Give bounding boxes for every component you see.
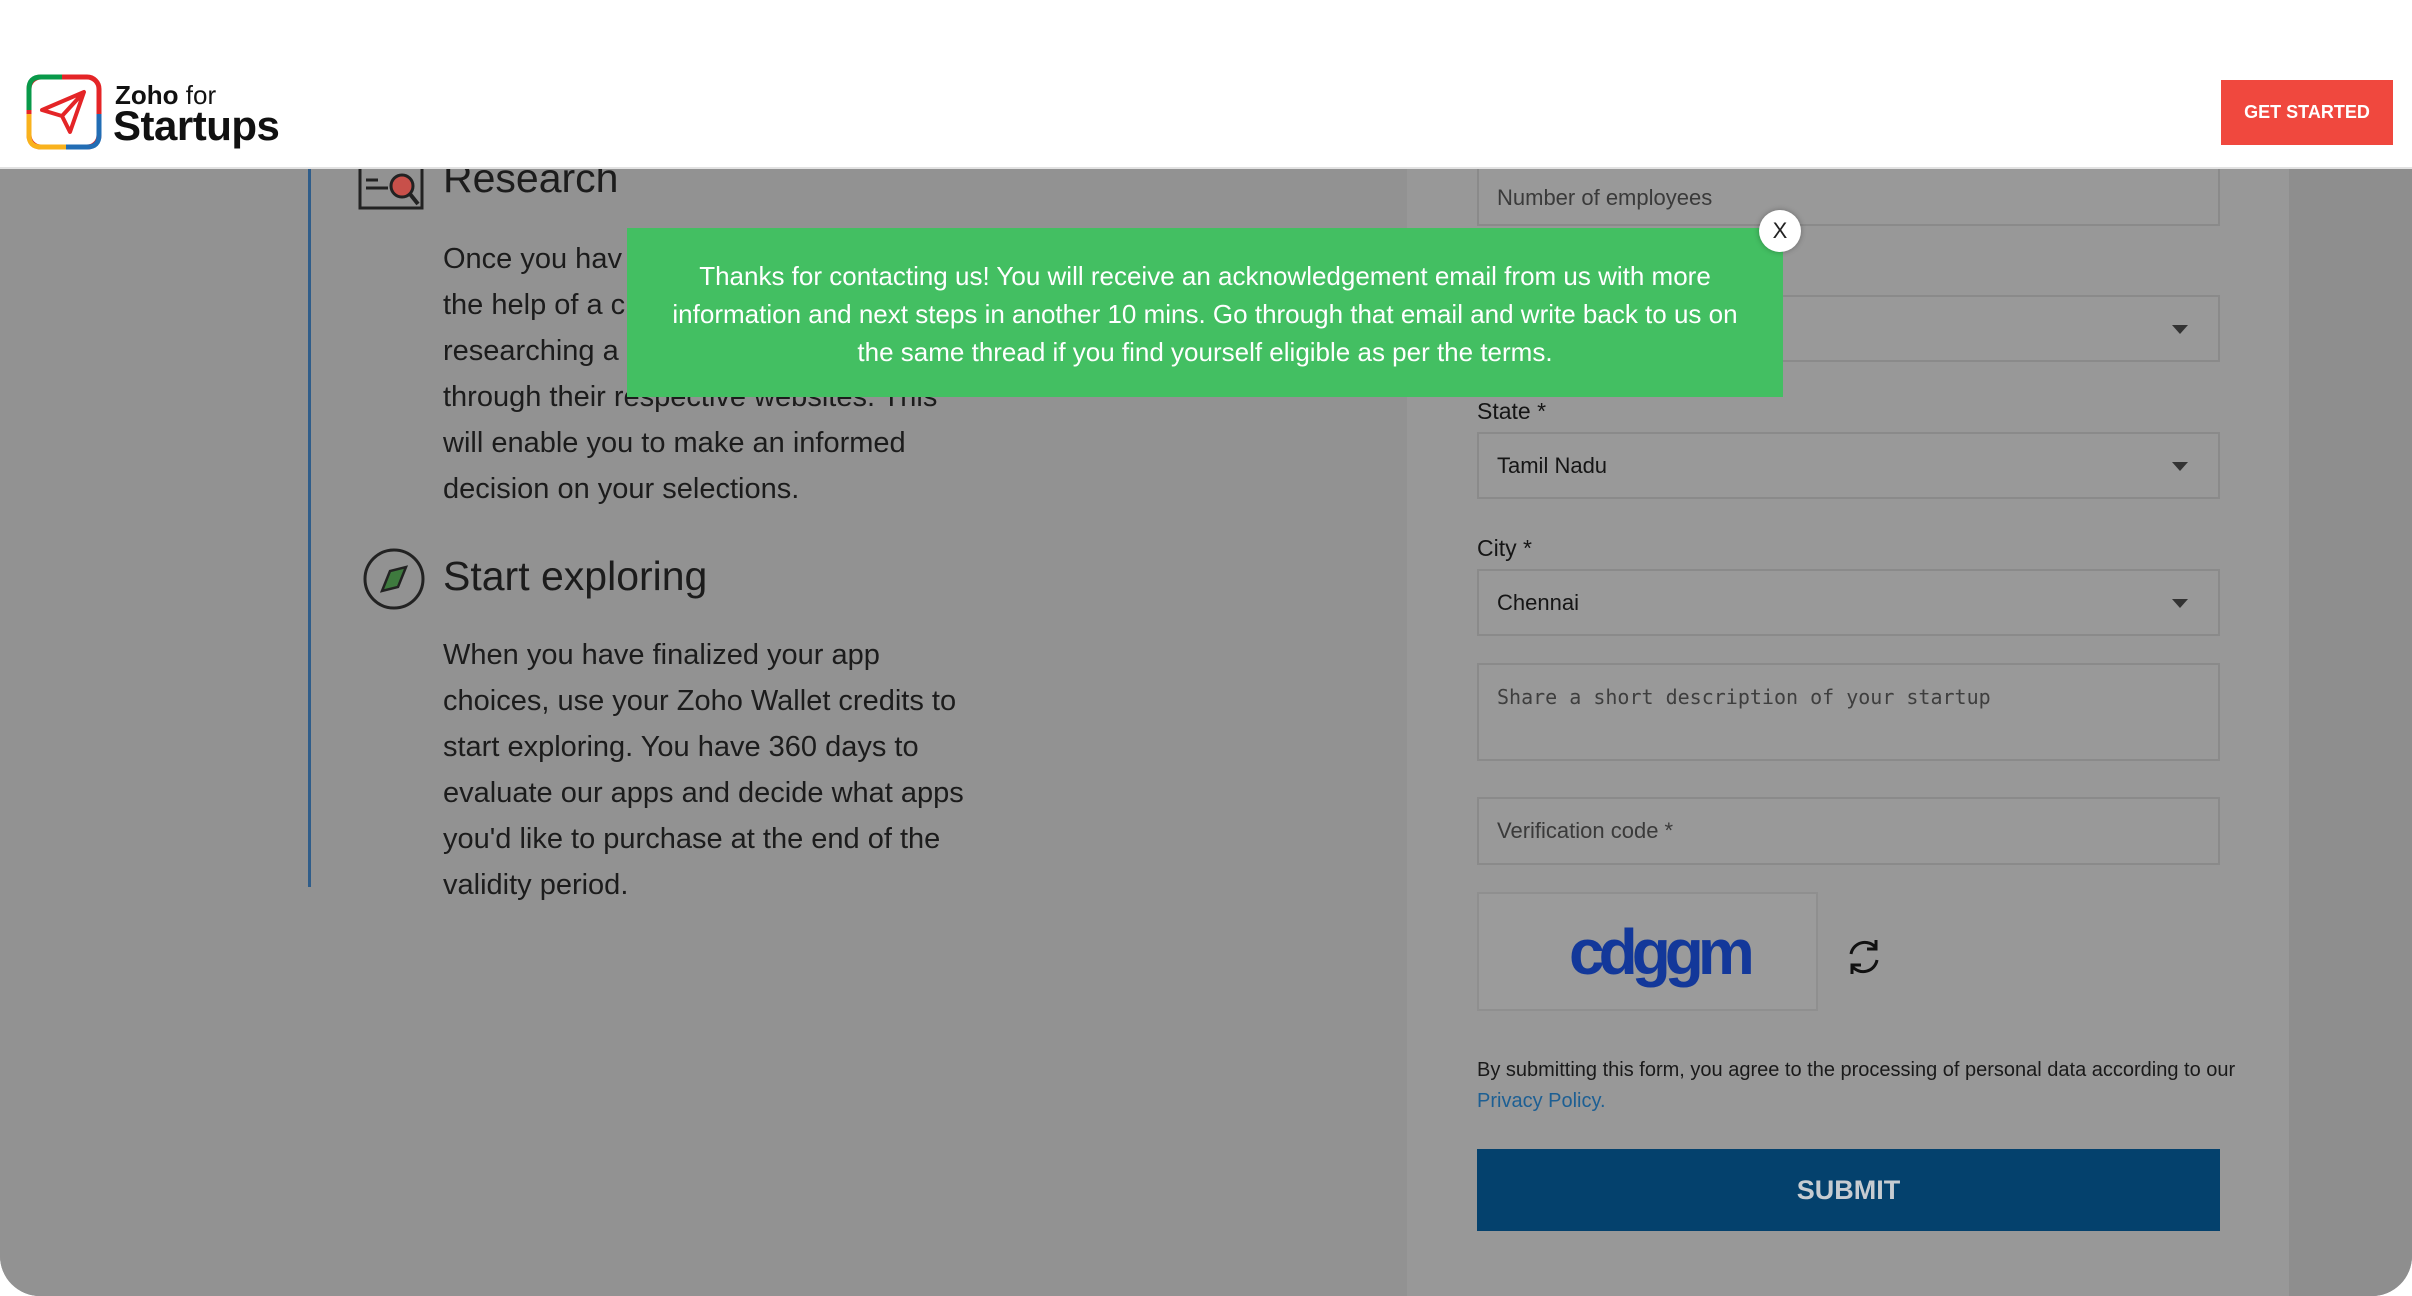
compass-icon: [363, 548, 425, 610]
state-select[interactable]: Tamil Nadu: [1477, 432, 2220, 499]
svg-text:cdggm: cdggm: [1569, 916, 1751, 988]
close-toast-button[interactable]: X: [1759, 210, 1801, 252]
chevron-down-icon: [2172, 598, 2188, 608]
get-started-button[interactable]: GET STARTED: [2221, 80, 2393, 145]
toast-message: Thanks for contacting us! You will recei…: [672, 261, 1738, 367]
refresh-icon[interactable]: [1843, 936, 1885, 978]
header: Zoho for Startups GET STARTED: [0, 0, 2412, 169]
timeline-line: [308, 169, 311, 887]
verification-code-input[interactable]: Verification code *: [1477, 797, 2220, 865]
city-select[interactable]: Chennai: [1477, 569, 2220, 636]
chevron-down-icon: [2172, 324, 2188, 334]
state-label: State *: [1477, 398, 1547, 424]
employees-input[interactable]: Number of employees: [1477, 160, 2220, 226]
success-toast: Thanks for contacting us! You will recei…: [627, 228, 1783, 397]
captcha-image: cdggm: [1477, 892, 1818, 1011]
consent-text: By submitting this form, you agree to th…: [1477, 1055, 2237, 1117]
step-text-explore: When you have finalized your app choices,…: [443, 639, 964, 901]
city-label: City *: [1477, 535, 1532, 561]
privacy-policy-link[interactable]: Privacy Policy.: [1477, 1086, 2237, 1117]
step-title-explore: Start exploring: [443, 553, 708, 599]
logo-text-big: Startups: [113, 102, 280, 149]
zoho-startups-logo[interactable]: [26, 74, 102, 150]
page: Zoho for Startups GET STARTED Research O…: [0, 0, 2412, 1296]
description-textarea[interactable]: Share a short description of your startu…: [1477, 663, 2220, 761]
chevron-down-icon: [2172, 461, 2188, 471]
right-margin: [2289, 169, 2412, 1296]
submit-button[interactable]: SUBMIT: [1477, 1149, 2220, 1231]
